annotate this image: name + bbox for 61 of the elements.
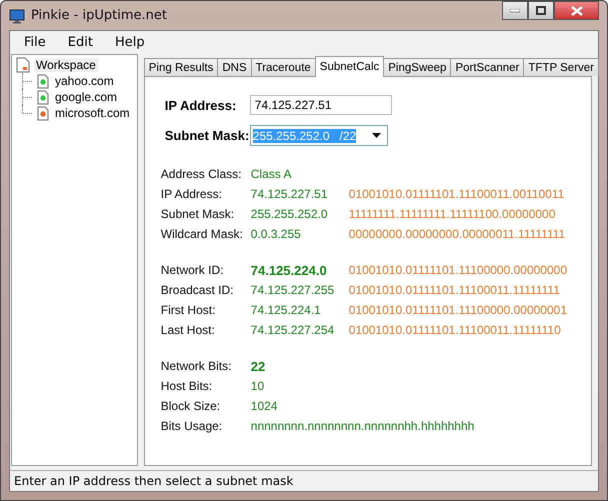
result-value: 22 bbox=[250, 358, 266, 374]
close-icon bbox=[570, 6, 582, 16]
result-label: Network Bits: bbox=[160, 359, 232, 373]
binary-value: 11111111.11111111.11111100.00000000 bbox=[348, 207, 556, 221]
document-status-icon bbox=[37, 90, 49, 104]
binary-value: 01001010.01111101.11100000.00000001 bbox=[348, 303, 567, 317]
result-value: nnnnnnnn.nnnnnnnn.nnnnnnhh.hhhhhhhh bbox=[250, 419, 474, 433]
tab[interactable]: PingSweep bbox=[383, 58, 452, 76]
result-label: Address Class: bbox=[160, 167, 242, 181]
document-status-icon bbox=[37, 106, 49, 120]
tree-item[interactable]: google.com bbox=[53, 90, 120, 104]
result-label: Network ID: bbox=[160, 263, 224, 277]
result-label: IP Address: bbox=[160, 187, 223, 201]
window-title: Pinkie - ipUptime.net bbox=[31, 8, 167, 23]
binary-value: 01001010.01111101.11100011.11111111 bbox=[348, 283, 560, 297]
binary-value: 01001010.01111101.11100000.00000000 bbox=[348, 263, 567, 277]
ip-address-field[interactable]: 74.125.227.51 bbox=[250, 95, 392, 115]
menu-item[interactable]: Edit bbox=[68, 35, 93, 50]
result-value: 74.125.224.0 bbox=[250, 262, 328, 278]
minimize-button[interactable] bbox=[502, 1, 528, 20]
caret-icon bbox=[372, 133, 381, 138]
tree-item[interactable]: microsoft.com bbox=[53, 106, 132, 120]
result-value: 74.125.227.254 bbox=[250, 323, 336, 337]
menu-item[interactable]: Help bbox=[114, 35, 145, 50]
result-value: 74.125.224.1 bbox=[250, 303, 322, 317]
tab[interactable]: Traceroute bbox=[250, 58, 316, 76]
minimize-icon bbox=[510, 8, 520, 12]
result-value: Class A bbox=[250, 167, 292, 181]
result-label: First Host: bbox=[160, 303, 216, 317]
maximize-icon bbox=[536, 6, 546, 15]
result-value: 74.125.227.255 bbox=[250, 283, 336, 297]
tab[interactable]: SubnetCalc bbox=[314, 56, 384, 77]
result-label: Broadcast ID: bbox=[160, 283, 234, 297]
result-label: Block Size: bbox=[160, 399, 222, 413]
binary-value: 01001010.01111101.11100011.00110011 bbox=[348, 187, 564, 201]
tree-item[interactable]: Workspace bbox=[34, 58, 98, 72]
result-label: Host Bits: bbox=[160, 379, 214, 393]
tab[interactable]: TFTP Server bbox=[523, 58, 599, 76]
result-label: Wildcard Mask: bbox=[160, 227, 244, 241]
document-status-icon bbox=[37, 74, 49, 88]
result-label: Last Host: bbox=[160, 323, 216, 337]
menu-item[interactable]: File bbox=[24, 35, 46, 50]
result-value: 0.0.3.255 bbox=[250, 227, 302, 241]
binary-value: 01001010.01111101.11100011.11111110 bbox=[348, 323, 561, 337]
close-button[interactable] bbox=[554, 1, 599, 20]
result-label: Subnet Mask: bbox=[160, 207, 236, 221]
monitor-icon bbox=[9, 8, 25, 24]
tab[interactable]: DNS bbox=[217, 58, 252, 76]
binary-value: 00000000.00000000.00000011.11111111 bbox=[348, 227, 566, 241]
status-text: Enter an IP address then select a subnet mask bbox=[14, 474, 294, 488]
result-value: 74.125.227.51 bbox=[250, 187, 329, 201]
result-value: 255.255.252.0 bbox=[250, 207, 329, 221]
tab[interactable]: PortScanner bbox=[450, 58, 524, 76]
subnet-mask-label: Subnet Mask: bbox=[164, 128, 250, 143]
result-value: 1024 bbox=[250, 399, 278, 413]
tab[interactable]: Ping Results bbox=[144, 58, 218, 76]
tree-item[interactable]: yahoo.com bbox=[53, 74, 116, 88]
result-value: 10 bbox=[250, 379, 266, 393]
result-label: Bits Usage: bbox=[160, 419, 224, 433]
ip-address-label: IP Address: bbox=[164, 98, 238, 112]
maximize-button[interactable] bbox=[528, 1, 554, 20]
